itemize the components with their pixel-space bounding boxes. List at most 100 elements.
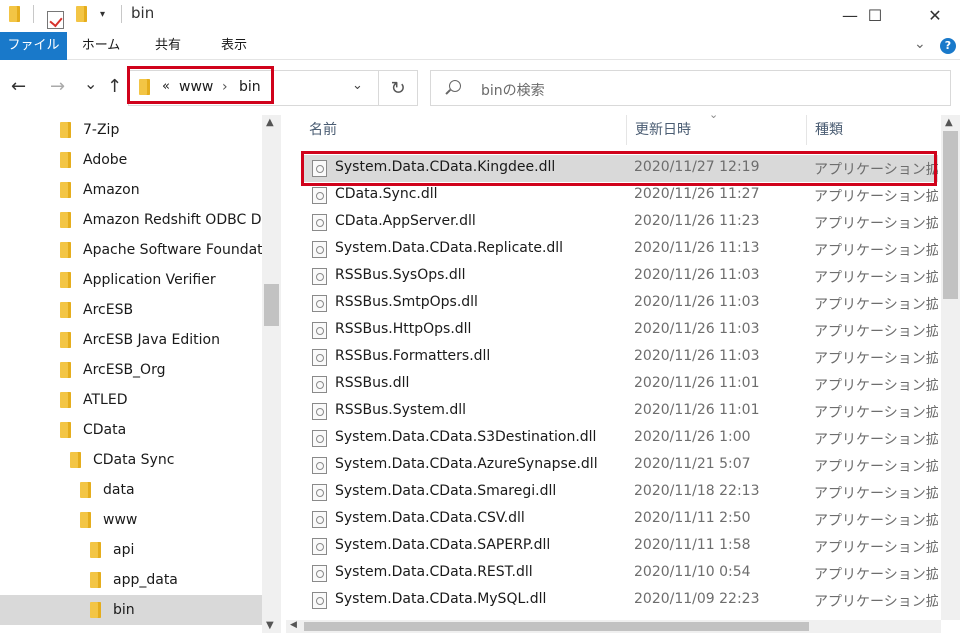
column-header-date[interactable]: 更新日時 xyxy=(635,118,691,146)
file-row[interactable]: System.Data.CData.Smaregi.dll 2020/11/18 … xyxy=(302,479,938,506)
folder-icon xyxy=(90,602,101,618)
file-row[interactable]: System.Data.CData.MySQL.dll 2020/11/09 22… xyxy=(302,587,938,614)
file-type: アプリケーション拡張 xyxy=(814,567,938,583)
scroll-up-arrow[interactable]: ▲ xyxy=(266,117,274,128)
properties-icon[interactable] xyxy=(47,11,64,29)
nav-scrollbar[interactable]: ▲ ▼ xyxy=(262,115,281,633)
file-row[interactable]: System.Data.CData.AzureSynapse.dll 2020/1… xyxy=(302,452,938,479)
file-row[interactable]: RSSBus.dll 2020/11/26 11:01 アプリケーション拡張 xyxy=(302,371,938,398)
ribbon-tabs: ファイル ホーム 共有 表示 ⌄ ? xyxy=(0,32,960,60)
address-dropdown-button[interactable]: ⌄ xyxy=(352,78,363,93)
nav-item[interactable]: Adobe xyxy=(0,145,262,175)
file-type: アプリケーション拡張 xyxy=(814,486,938,502)
forward-button[interactable]: → xyxy=(50,76,65,97)
tab-file[interactable]: ファイル xyxy=(0,32,67,60)
scrollbar-thumb[interactable] xyxy=(304,622,809,631)
dll-file-icon xyxy=(312,268,327,285)
search-box[interactable]: binの検索 xyxy=(430,70,951,106)
file-type: アプリケーション拡張 xyxy=(814,243,938,259)
file-row[interactable]: System.Data.CData.CSV.dll 2020/11/11 2:50… xyxy=(302,506,938,533)
nav-item[interactable]: www xyxy=(0,505,262,535)
folder-icon xyxy=(90,572,101,588)
chevron-down-icon[interactable]: ⌄ xyxy=(914,36,926,52)
nav-item[interactable]: 7-Zip xyxy=(0,115,262,145)
nav-item[interactable]: Amazon Redshift ODBC Driver xyxy=(0,205,262,235)
dll-file-icon xyxy=(312,241,327,258)
nav-item[interactable]: Apache Software Foundation xyxy=(0,235,262,265)
file-date: 2020/11/26 11:23 xyxy=(634,213,760,229)
file-date: 2020/11/11 2:50 xyxy=(634,510,751,526)
file-row[interactable]: RSSBus.SmtpOps.dll 2020/11/26 11:03 アプリケーシ… xyxy=(302,290,938,317)
nav-item[interactable]: bin xyxy=(0,595,262,625)
customize-toolbar-icon[interactable]: ▾ xyxy=(100,9,105,20)
column-divider[interactable] xyxy=(806,115,807,145)
file-row[interactable]: System.Data.CData.REST.dll 2020/11/10 0:5… xyxy=(302,560,938,587)
scroll-down-arrow[interactable]: ▼ xyxy=(266,620,274,631)
folder-icon xyxy=(60,242,71,258)
maximize-button[interactable]: ☐ xyxy=(852,0,898,30)
tab-view[interactable]: 表示 xyxy=(206,32,262,60)
scrollbar-thumb[interactable] xyxy=(943,131,958,299)
scroll-left-arrow[interactable]: ◀ xyxy=(290,620,297,630)
up-button[interactable]: ↑ xyxy=(107,76,122,97)
folder-icon xyxy=(60,302,71,318)
file-row[interactable]: RSSBus.Formatters.dll 2020/11/26 11:03 アプリ… xyxy=(302,344,938,371)
file-row[interactable]: CData.Sync.dll 2020/11/26 11:27 アプリケーション拡張 xyxy=(302,182,938,209)
dll-file-icon xyxy=(312,349,327,366)
new-folder-icon[interactable] xyxy=(76,6,87,22)
nav-item-label: ArcESB Java Edition xyxy=(83,332,220,348)
refresh-button[interactable]: ↻ xyxy=(378,70,418,106)
file-row[interactable]: System.Data.CData.Replicate.dll 2020/11/2… xyxy=(302,236,938,263)
nav-item[interactable]: ArcESB Java Edition xyxy=(0,325,262,355)
nav-item[interactable]: api xyxy=(0,535,262,565)
close-button[interactable]: ✕ xyxy=(912,0,958,30)
file-row[interactable]: RSSBus.HttpOps.dll 2020/11/26 11:03 アプリケーシ… xyxy=(302,317,938,344)
nav-item[interactable]: Amazon xyxy=(0,175,262,205)
file-name: System.Data.CData.Smaregi.dll xyxy=(335,483,557,499)
folder-icon xyxy=(60,182,71,198)
address-highlight-box xyxy=(127,66,274,104)
file-date: 2020/11/26 11:03 xyxy=(634,348,760,364)
nav-item[interactable]: app_data xyxy=(0,565,262,595)
recent-locations-button[interactable]: ⌄ xyxy=(84,74,97,93)
horizontal-scrollbar[interactable]: ◀ xyxy=(286,620,941,633)
file-name: RSSBus.Formatters.dll xyxy=(335,348,491,364)
column-header-name[interactable]: 名前 xyxy=(309,118,337,146)
file-name: System.Data.CData.CSV.dll xyxy=(335,510,525,526)
back-button[interactable]: ← xyxy=(11,76,26,97)
scrollbar-thumb[interactable] xyxy=(264,284,279,326)
nav-item[interactable]: CData Sync xyxy=(0,445,262,475)
nav-item[interactable]: data xyxy=(0,475,262,505)
divider xyxy=(121,5,122,23)
file-date: 2020/11/11 1:58 xyxy=(634,537,751,553)
nav-item[interactable]: Application Verifier xyxy=(0,265,262,295)
folder-icon xyxy=(60,362,71,378)
column-divider[interactable] xyxy=(626,115,627,145)
dll-file-icon xyxy=(312,511,327,528)
tab-share[interactable]: 共有 xyxy=(140,32,196,60)
nav-item[interactable]: ATLED xyxy=(0,385,262,415)
nav-item[interactable]: ArcESB xyxy=(0,295,262,325)
help-icon[interactable]: ? xyxy=(940,38,956,54)
folder-icon xyxy=(60,422,71,438)
search-input[interactable]: binの検索 xyxy=(481,80,545,100)
file-row[interactable]: RSSBus.System.dll 2020/11/26 11:01 アプリケーショ… xyxy=(302,398,938,425)
file-row[interactable]: CData.AppServer.dll 2020/11/26 11:23 アプリケー… xyxy=(302,209,938,236)
column-header-type[interactable]: 種類 xyxy=(815,118,843,146)
file-row[interactable]: System.Data.CData.S3Destination.dll 2020/… xyxy=(302,425,938,452)
nav-item[interactable]: ArcESB_Org xyxy=(0,355,262,385)
file-row[interactable]: RSSBus.SysOps.dll 2020/11/26 11:03 アプリケーショ… xyxy=(302,263,938,290)
nav-item-label: ArcESB_Org xyxy=(83,362,166,378)
file-row[interactable]: System.Data.CData.SAPERP.dll 2020/11/11 1… xyxy=(302,533,938,560)
tab-home[interactable]: ホーム xyxy=(72,32,130,60)
dll-file-icon xyxy=(312,403,327,420)
file-list-scrollbar[interactable]: ▲ xyxy=(941,115,960,620)
file-name: RSSBus.HttpOps.dll xyxy=(335,321,472,337)
nav-item[interactable]: CData xyxy=(0,415,262,445)
nav-item-label: Amazon Redshift ODBC Driver xyxy=(83,212,262,228)
dll-file-icon xyxy=(312,322,327,339)
nav-item-label: ATLED xyxy=(83,392,128,408)
folder-icon xyxy=(60,392,71,408)
scroll-up-arrow[interactable]: ▲ xyxy=(945,117,953,128)
nav-item-label: CData Sync xyxy=(93,452,175,468)
